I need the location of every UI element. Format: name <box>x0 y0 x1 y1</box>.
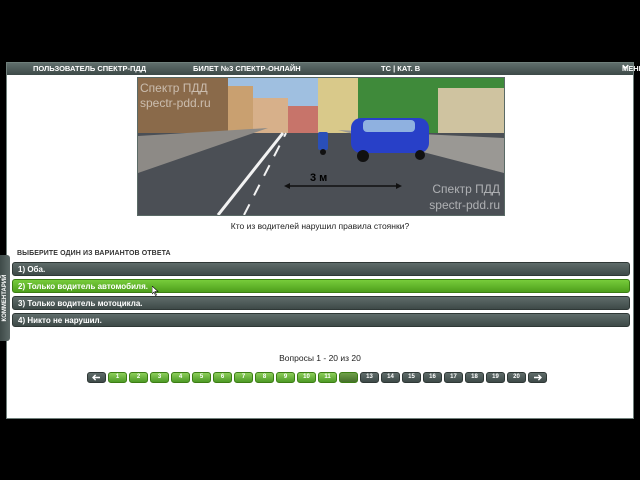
page-button-4[interactable]: 4 <box>171 372 190 383</box>
page-button-10[interactable]: 10 <box>297 372 316 383</box>
question-text: Кто из водителей нарушил правила стоянки… <box>230 221 410 231</box>
watermark-brand: Спектр ПДД <box>432 182 500 196</box>
answer-option-3[interactable]: 3) Только водитель мотоцикла. <box>12 296 630 310</box>
ticket-title: БИЛЕТ №3 СПЕКТР-ОНЛАЙН <box>193 64 301 73</box>
answer-option-4[interactable]: 4) Никто не нарушил. <box>12 313 630 327</box>
page-button-18[interactable]: 18 <box>465 372 484 383</box>
prev-question-button[interactable] <box>87 372 106 383</box>
page-button-6[interactable]: 6 <box>213 372 232 383</box>
watermark-site: spectr-pdd.ru <box>140 96 211 110</box>
page-button-5[interactable]: 5 <box>192 372 211 383</box>
side-tab-label: КОММЕНТАРИЙ <box>2 274 8 322</box>
page-button-13[interactable]: 13 <box>360 372 379 383</box>
distance-label: 3 м <box>310 172 328 184</box>
page-button-20[interactable]: 20 <box>507 372 526 383</box>
page-button-8[interactable]: 8 <box>255 372 274 383</box>
answer-option-2[interactable]: 2) Только водитель автомобиля. <box>12 279 630 293</box>
user-name: ПОЛЬЗОВАТЕЛЬ СПЕКТР-ПДД <box>33 64 147 73</box>
top-bar: ПОЛЬЗОВАТЕЛЬ СПЕКТР-ПДД БИЛЕТ №3 СПЕКТР-… <box>7 63 640 75</box>
page-button-11[interactable]: 11 <box>318 372 337 383</box>
menu-button[interactable]: МЕНЮ <box>622 63 640 73</box>
page-button-1[interactable]: 1 <box>108 372 127 383</box>
page-button-3[interactable]: 3 <box>150 372 169 383</box>
next-question-button[interactable] <box>528 372 547 383</box>
arrow-left-icon <box>92 374 100 381</box>
question-pager: 1 2 3 4 5 6 7 8 9 10 11 13 14 15 16 17 1… <box>87 372 547 383</box>
page-button-9[interactable]: 9 <box>276 372 295 383</box>
watermark-brand: Спектр ПДД <box>140 81 208 95</box>
page-button-16[interactable]: 16 <box>423 372 442 383</box>
page-button-2[interactable]: 2 <box>129 372 148 383</box>
answer-prompt: ВЫБЕРИТЕ ОДИН ИЗ ВАРИАНТОВ ОТВЕТА <box>17 250 171 257</box>
answer-option-1[interactable]: 1) Оба. <box>12 262 630 276</box>
question-image: Спектр ПДД spectr-pdd.ru Спектр ПДД spec… <box>137 77 505 216</box>
comment-side-tab[interactable]: КОММЕНТАРИЙ <box>0 255 10 341</box>
page-button-17[interactable]: 17 <box>444 372 463 383</box>
watermark-site: spectr-pdd.ru <box>429 198 500 212</box>
test-window: ПОЛЬЗОВАТЕЛЬ СПЕКТР-ПДД БИЛЕТ №3 СПЕКТР-… <box>6 62 640 419</box>
page-button-19[interactable]: 19 <box>486 372 505 383</box>
page-button-7[interactable]: 7 <box>234 372 253 383</box>
page-button-14[interactable]: 14 <box>381 372 400 383</box>
answer-list: 1) Оба. 2) Только водитель автомобиля. 3… <box>12 262 630 330</box>
mouse-cursor-icon <box>152 286 159 296</box>
menu-label: МЕНЮ <box>622 64 640 73</box>
category-label: ТС | КАТ. В <box>381 64 421 73</box>
progress-text: Вопросы 1 - 20 из 20 <box>279 353 361 363</box>
page-button-12[interactable] <box>339 372 358 383</box>
page-button-15[interactable]: 15 <box>402 372 421 383</box>
arrow-right-icon <box>534 374 542 381</box>
